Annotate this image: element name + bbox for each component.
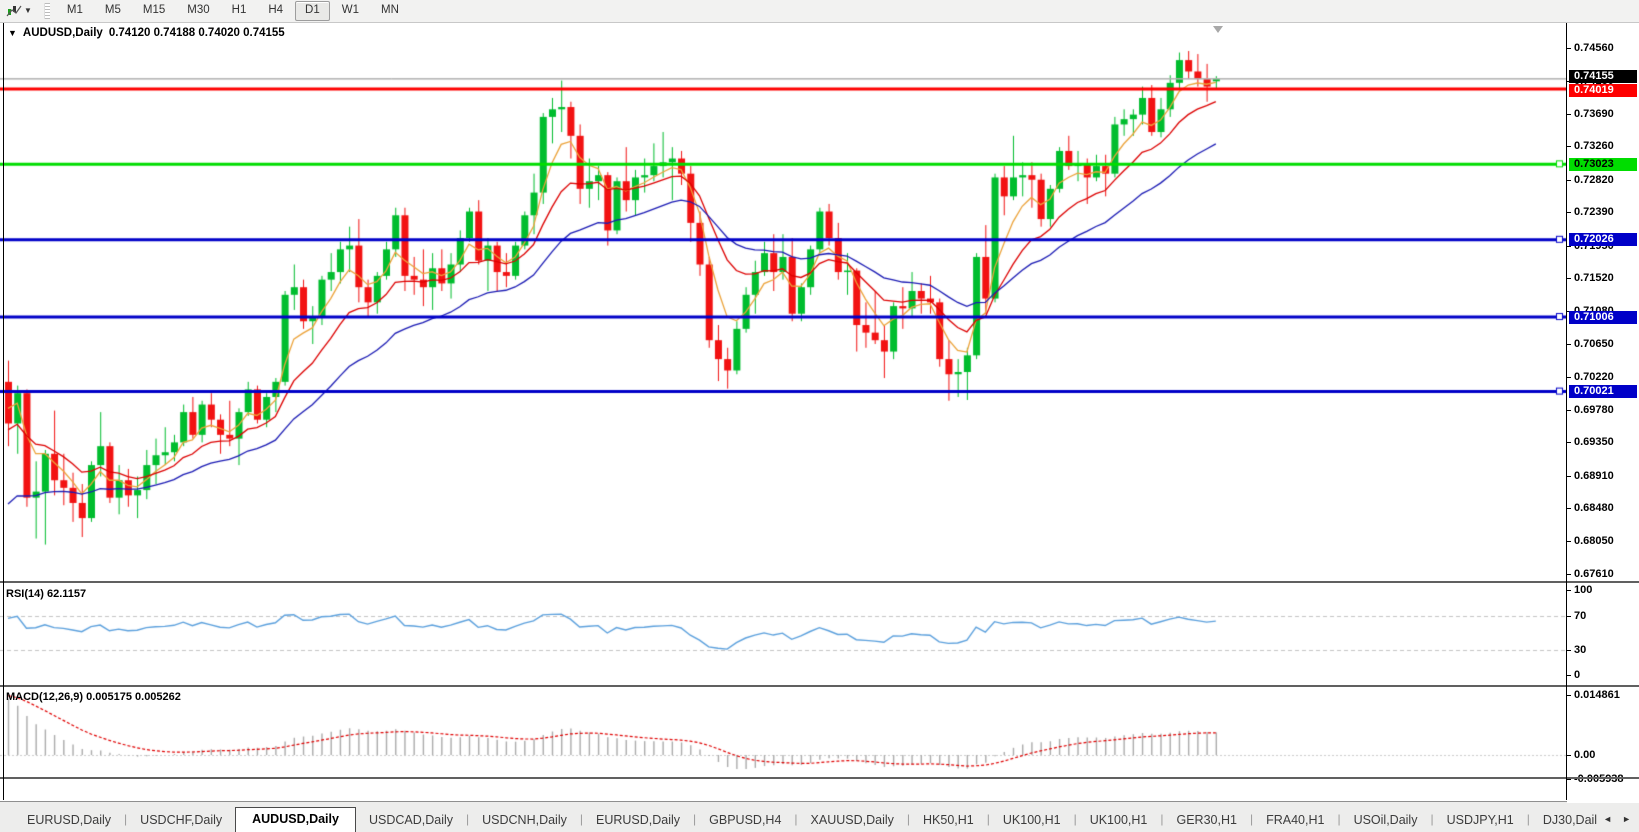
chart-tab-audusd-daily[interactable]: AUDUSD,Daily (235, 806, 356, 832)
price-axis-tick: 0.68910 (1567, 470, 1639, 483)
ohlc-values: 0.74120 0.74188 0.74020 0.74155 (108, 27, 285, 39)
price-axis-tick: 0.73690 (1567, 108, 1639, 121)
price-axis-tick: 0.71520 (1567, 272, 1639, 285)
chart-left-border (3, 23, 4, 800)
price-axis-tick: 70 (1567, 610, 1639, 623)
price-axis-tick: 0.00 (1567, 749, 1639, 762)
chart-tab-uk100-h1[interactable]: UK100,H1 (1077, 810, 1161, 832)
chart-shift-marker-icon[interactable] (1213, 26, 1223, 33)
timeframe-button-m15[interactable]: M15 (133, 1, 175, 21)
price-level-badge: 0.73023 (1569, 157, 1637, 171)
chart-tab-usdcad-daily[interactable]: USDCAD,Daily (356, 810, 466, 832)
chart-tab-eurusd-daily[interactable]: EURUSD,Daily (14, 810, 124, 832)
chart-tab-bar: EURUSD,Daily | USDCHF,Daily AUDUSD,Daily USD… (0, 801, 1639, 832)
price-axis-tick: 0 (1567, 669, 1639, 682)
price-axis-tick: -0.005938 (1567, 773, 1639, 786)
price-axis-tick: 0.70650 (1567, 338, 1639, 351)
pane-separator[interactable] (0, 581, 1639, 583)
price-axis-tick: 0.68480 (1567, 502, 1639, 515)
price-level-badge: 0.74155 (1569, 70, 1637, 84)
timeframe-button-d1[interactable]: D1 (295, 1, 330, 21)
chart-tab-usdchf-daily[interactable]: USDCHF,Daily (127, 810, 235, 832)
price-axis-tick: 0.70220 (1567, 371, 1639, 384)
timeframe-button-h4[interactable]: H4 (258, 1, 293, 21)
price-axis-tick: 0.69350 (1567, 436, 1639, 449)
chart-tab-usdjpy-h1[interactable]: USDJPY,H1 (1434, 810, 1527, 832)
chart-tabs: EURUSD,Daily | USDCHF,Daily AUDUSD,Daily USD… (14, 806, 1597, 832)
toolbar-drag-handle[interactable] (43, 3, 50, 19)
chart-tab-hk50-h1[interactable]: HK50,H1 (910, 810, 987, 832)
indicators-icon (6, 5, 22, 17)
chevron-down-icon: ▼ (24, 6, 32, 15)
chart-title-caret-icon[interactable]: ▼ (8, 28, 17, 38)
price-axis-tick: 0.67610 (1567, 568, 1639, 581)
price-axis-tick: 100 (1567, 584, 1639, 597)
rsi-indicator-label: RSI(14) 62.1157 (6, 588, 87, 600)
macd-indicator-label: MACD(12,26,9) 0.005175 0.005262 (6, 691, 181, 703)
price-axis-tick: 0.69780 (1567, 404, 1639, 417)
chart-tab-gbpusd-h4[interactable]: GBPUSD,H4 (696, 810, 794, 832)
chart-area: ▼ AUDUSD,Daily 0.74120 0.74188 0.74020 0… (0, 23, 1639, 824)
chart-tab-eurusd-daily[interactable]: EURUSD,Daily (583, 810, 693, 832)
price-axis-tick: 0.014861 (1567, 689, 1639, 702)
price-axis-tick: 0.68050 (1567, 535, 1639, 548)
trading-platform-window: ▼ M1 M5 M15 M30 H1 H4 D1 W1 MN ▼ AUDUSD,Daily 0.… (0, 0, 1639, 832)
price-axis-tick: 30 (1567, 644, 1639, 657)
chart-tab-fra40-h1[interactable]: FRA40,H1 (1253, 810, 1337, 832)
price-chart-canvas[interactable] (0, 23, 1567, 583)
chart-tab-usdcnh-daily[interactable]: USDCNH,Daily (469, 810, 580, 832)
chart-tab-usoil-daily[interactable]: USOil,Daily (1341, 810, 1431, 832)
tab-scroll-left-icon[interactable]: ◄ (1603, 814, 1612, 824)
chart-title: ▼ AUDUSD,Daily 0.74120 0.74188 0.74020 0… (8, 27, 285, 39)
symbol-timeframe-label: AUDUSD,Daily (22, 27, 103, 39)
timeframe-button-m5[interactable]: M5 (95, 1, 131, 21)
timeframe-button-m30[interactable]: M30 (177, 1, 219, 21)
price-level-badge: 0.74019 (1569, 84, 1637, 98)
price-axis-tick: 0.72390 (1567, 206, 1639, 219)
rsi-pane-canvas[interactable] (0, 584, 1567, 686)
chart-tab-xauusd-daily[interactable]: XAUUSD,Daily (798, 810, 907, 832)
price-axis-tick: 0.73260 (1567, 140, 1639, 153)
axis-divider (1566, 23, 1567, 800)
chart-indicator-dropdown-button[interactable]: ▼ (2, 3, 36, 19)
timeframe-button-m1[interactable]: M1 (57, 1, 93, 21)
timeframe-toolbar: ▼ M1 M5 M15 M30 H1 H4 D1 W1 MN (0, 0, 1639, 23)
timeframe-button-mn[interactable]: MN (371, 1, 409, 21)
tab-scroll-right-icon[interactable]: ► (1622, 814, 1631, 824)
chart-tab-ger30-h1[interactable]: GER30,H1 (1164, 810, 1250, 832)
price-level-badge: 0.72026 (1569, 233, 1637, 247)
price-level-badge: 0.70021 (1569, 385, 1637, 399)
macd-pane-canvas[interactable] (0, 686, 1567, 777)
price-axis-tick: 0.74560 (1567, 42, 1639, 55)
timeframe-buttons: M1 M5 M15 M30 H1 H4 D1 W1 MN (56, 1, 410, 21)
chart-tab-uk100-h1[interactable]: UK100,H1 (990, 810, 1074, 832)
price-axis-tick: 0.72820 (1567, 174, 1639, 187)
pane-separator[interactable] (0, 777, 1639, 779)
timeframe-button-w1[interactable]: W1 (332, 1, 369, 21)
price-level-badge: 0.71006 (1569, 310, 1637, 324)
tab-scroll-arrows: ◄ ► (1597, 814, 1639, 832)
chart-tab-dj30-daily[interactable]: DJ30,Daily (1530, 810, 1597, 832)
pane-separator[interactable] (0, 685, 1639, 687)
timeframe-button-h1[interactable]: H1 (222, 1, 257, 21)
